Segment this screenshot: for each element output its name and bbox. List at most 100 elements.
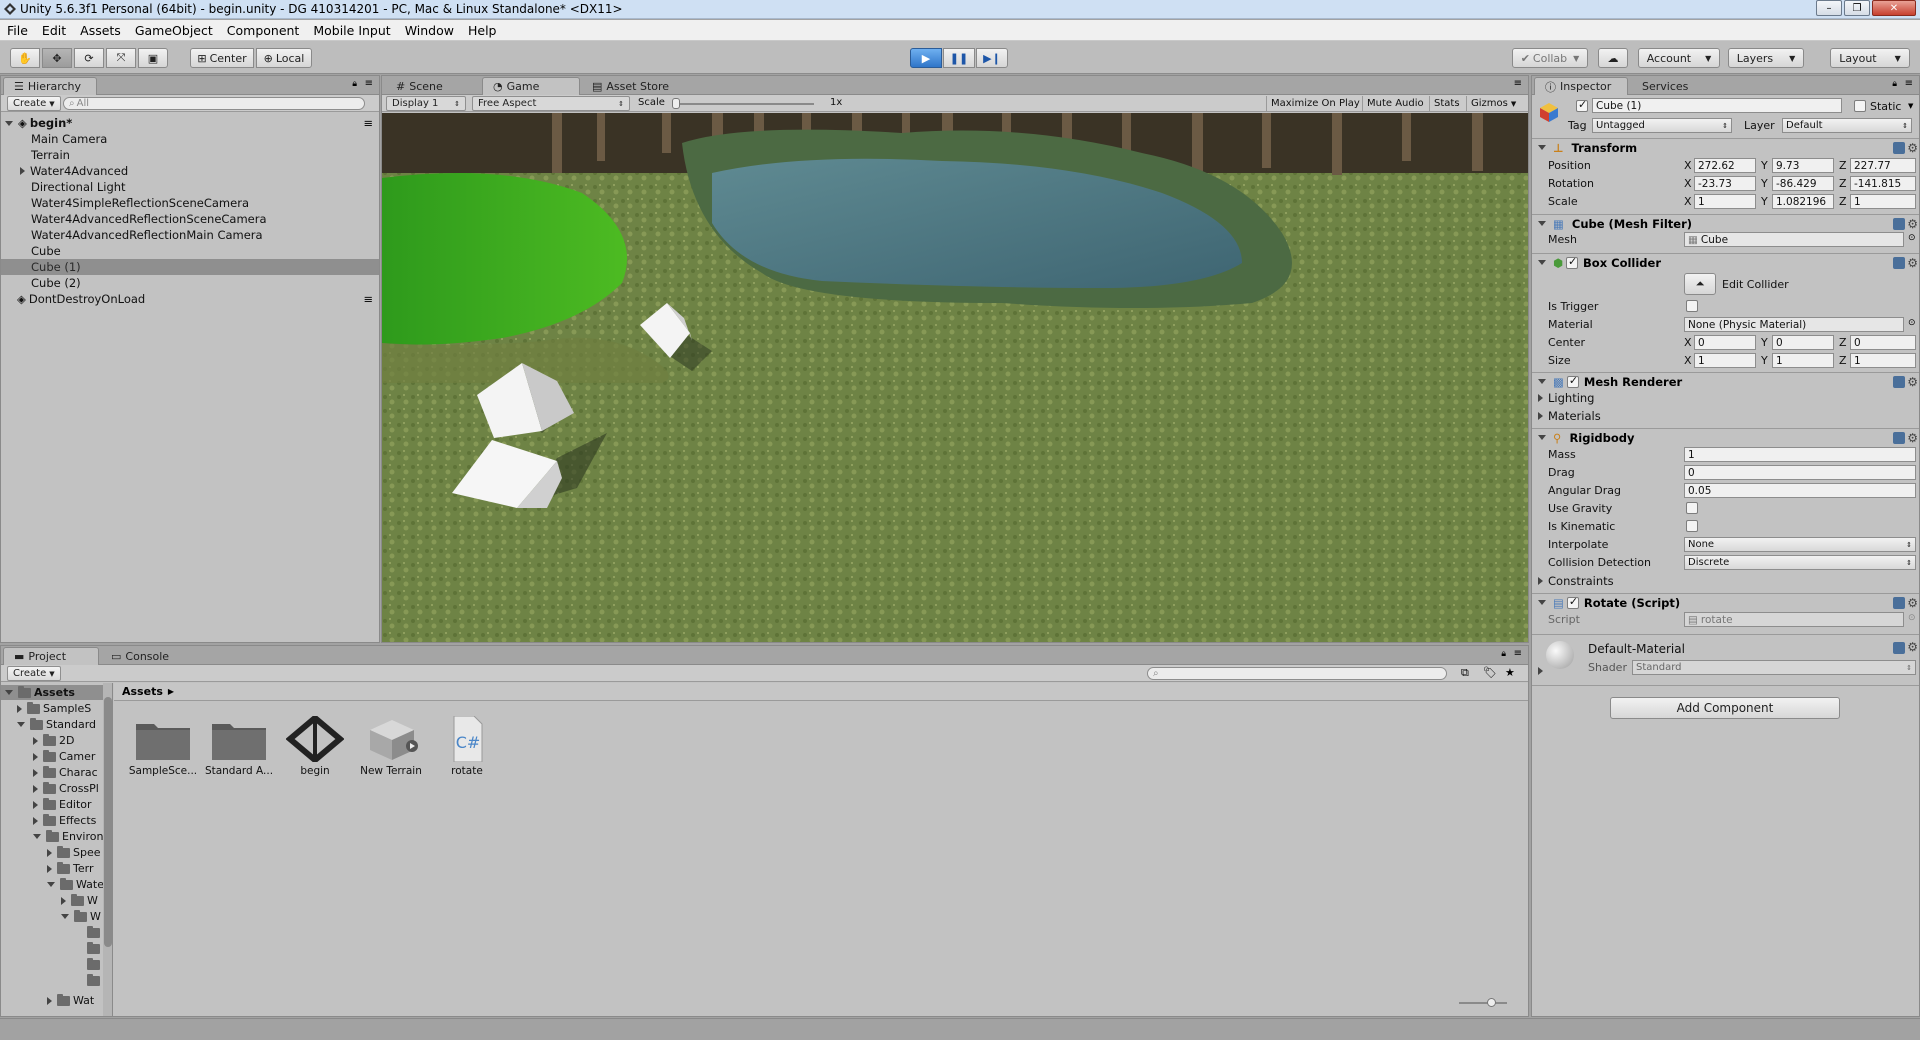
collapse-icon[interactable]	[1538, 379, 1546, 384]
gear-icon[interactable]: ⚙	[1907, 431, 1918, 445]
gear-icon[interactable]: ⚙	[1907, 256, 1918, 270]
list-item[interactable]: Main Camera	[1, 131, 379, 147]
shader-dropdown[interactable]: Standard ⇕	[1632, 660, 1916, 675]
layout-dropdown[interactable]: Layout ▼	[1830, 48, 1910, 68]
asset-item-folder[interactable]: SampleSce...	[128, 716, 198, 777]
menu-file[interactable]: File	[0, 23, 35, 38]
size-x-field[interactable]: 1	[1694, 353, 1756, 368]
tree-item[interactable]: Camer	[33, 749, 95, 764]
collapse-icon[interactable]	[1538, 221, 1546, 226]
scene-menu-icon[interactable]: ≡	[363, 292, 373, 306]
expand-icon[interactable]	[17, 704, 22, 713]
panel-menu-icon[interactable]: ≡	[1514, 648, 1522, 659]
collapse-icon[interactable]	[47, 882, 55, 887]
tab-hierarchy[interactable]: ☰ Hierarchy	[3, 77, 97, 95]
maximize-on-play-toggle[interactable]: Maximize On Play	[1266, 96, 1364, 111]
gear-icon[interactable]: ⚙	[1907, 141, 1918, 155]
help-icon[interactable]	[1893, 431, 1905, 444]
collapse-icon[interactable]	[33, 834, 41, 839]
expand-icon[interactable]	[20, 167, 25, 175]
rotate-script-header[interactable]: ▤ Rotate (Script) ⚙	[1532, 593, 1919, 611]
object-picker-icon[interactable]: ⊙	[1908, 318, 1916, 328]
tree-item[interactable]: Effects	[33, 813, 96, 828]
menu-help[interactable]: Help	[461, 23, 504, 38]
expand-icon[interactable]	[1538, 412, 1543, 420]
panel-menu-icon[interactable]: ≡	[365, 78, 373, 89]
drag-field[interactable]: 0	[1684, 465, 1916, 480]
collapse-icon[interactable]	[61, 914, 69, 919]
collapse-icon[interactable]	[1538, 435, 1546, 440]
list-item[interactable]: Cube	[1, 243, 379, 259]
tree-item[interactable]: Terr	[47, 861, 93, 876]
tree-item[interactable]: W	[61, 909, 101, 924]
list-item-selected[interactable]: Cube (1)	[1, 259, 379, 275]
interpolate-dropdown[interactable]: None ⇕	[1684, 537, 1916, 552]
mesh-filter-header[interactable]: ▦ Cube (Mesh Filter) ⚙	[1532, 214, 1919, 232]
lighting-foldout[interactable]: Lighting	[1532, 390, 1919, 406]
static-checkbox[interactable]	[1854, 100, 1866, 112]
constraints-foldout[interactable]: Constraints	[1532, 573, 1919, 589]
expand-icon[interactable]	[33, 800, 38, 809]
menu-assets[interactable]: Assets	[73, 23, 128, 38]
tree-item[interactable]: Standard	[17, 717, 96, 732]
position-y-field[interactable]: 9.73	[1772, 158, 1834, 173]
collapse-icon[interactable]	[17, 722, 25, 727]
mesh-renderer-header[interactable]: ▩ Mesh Renderer ⚙	[1532, 372, 1919, 390]
materials-foldout[interactable]: Materials	[1532, 408, 1919, 424]
icon-size-slider[interactable]	[1459, 1002, 1507, 1004]
tab-game[interactable]: ◔ Game	[482, 77, 580, 95]
play-button[interactable]: ▶	[910, 48, 942, 68]
filter-type-icon[interactable]: ⧉	[1461, 666, 1469, 680]
help-icon[interactable]	[1893, 375, 1905, 388]
cloud-button[interactable]: ☁	[1598, 48, 1628, 68]
tree-item[interactable]: W	[61, 893, 98, 908]
collapse-icon[interactable]	[5, 690, 13, 695]
expand-icon[interactable]	[33, 768, 38, 777]
list-item[interactable]: Directional Light	[1, 179, 379, 195]
scale-z-field[interactable]: 1	[1850, 194, 1916, 209]
layers-dropdown[interactable]: Layers ▼	[1728, 48, 1804, 68]
physic-material-field[interactable]: None (Physic Material)	[1684, 317, 1904, 332]
step-button[interactable]: ▶❙	[976, 48, 1008, 68]
use-gravity-checkbox[interactable]	[1686, 502, 1698, 514]
add-component-button[interactable]: Add Component	[1610, 697, 1840, 719]
layer-dropdown[interactable]: Default ⇕	[1782, 118, 1912, 133]
rect-tool-button[interactable]: ▣	[138, 48, 168, 68]
mesh-renderer-enabled-checkbox[interactable]	[1566, 374, 1579, 388]
asset-item-scene[interactable]: begin	[280, 714, 350, 777]
center-y-field[interactable]: 0	[1772, 335, 1834, 350]
center-z-field[interactable]: 0	[1850, 335, 1916, 350]
asset-item-terrain[interactable]: New Terrain	[356, 716, 426, 777]
pivot-center-button[interactable]: ⊞ Center	[190, 48, 254, 68]
tree-item-assets[interactable]: Assets	[1, 685, 105, 700]
menu-window[interactable]: Window	[398, 23, 461, 38]
expand-icon[interactable]	[47, 996, 52, 1005]
chevron-down-icon[interactable]: ▼	[1908, 102, 1913, 110]
gear-icon[interactable]: ⚙	[1907, 217, 1918, 231]
expand-icon[interactable]	[1538, 667, 1543, 675]
list-item[interactable]: Water4AdvancedReflectionSceneCamera	[1, 211, 379, 227]
size-y-field[interactable]: 1	[1772, 353, 1834, 368]
expand-icon[interactable]	[33, 736, 38, 745]
tree-item[interactable]: CrossPl	[33, 781, 99, 796]
lock-icon[interactable]: 🔒︎	[1501, 649, 1506, 659]
expand-icon[interactable]	[1538, 577, 1543, 585]
help-icon[interactable]	[1893, 596, 1905, 609]
collab-dropdown[interactable]: ✔ Collab ▼	[1512, 48, 1588, 68]
box-collider-enabled-checkbox[interactable]	[1566, 255, 1579, 269]
scale-y-field[interactable]: 1.082196	[1772, 194, 1834, 209]
gear-icon[interactable]: ⚙	[1907, 640, 1918, 654]
mesh-field[interactable]: ▦ Cube	[1684, 232, 1904, 247]
tag-dropdown[interactable]: Untagged ⇕	[1592, 118, 1732, 133]
collapse-icon[interactable]	[1538, 260, 1546, 265]
mass-field[interactable]: 1	[1684, 447, 1916, 462]
project-search-input[interactable]: ⌕	[1147, 667, 1447, 680]
tree-subfolder[interactable]	[87, 941, 103, 956]
list-item[interactable]: Water4SimpleReflectionSceneCamera	[1, 195, 379, 211]
object-picker-icon[interactable]: ⊙	[1908, 233, 1916, 243]
pause-button[interactable]: ❚❚	[943, 48, 975, 68]
hand-tool-button[interactable]: ✋	[10, 48, 40, 68]
help-icon[interactable]	[1893, 642, 1905, 654]
hierarchy-search-input[interactable]: ⌕ All	[63, 97, 365, 110]
expand-icon[interactable]	[33, 816, 38, 825]
